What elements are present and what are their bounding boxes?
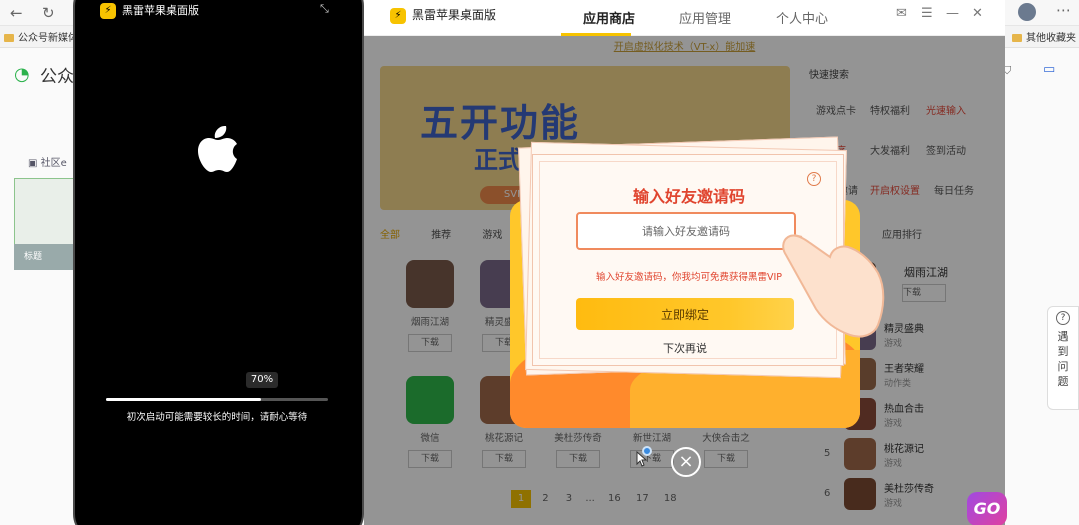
emulator-logo-icon: ⚡ — [100, 3, 116, 19]
maybe-later-link[interactable]: 下次再说 — [576, 340, 794, 356]
site-logo-icon: ◔ — [14, 64, 30, 85]
left-card-label: 标题 — [14, 244, 74, 270]
app-title: ⚡ 黑雷苹果桌面版 — [390, 6, 496, 24]
left-nav-item[interactable]: ▣ 社区e — [28, 154, 67, 169]
bookmark-label: 公众号新媒体 — [18, 33, 78, 44]
bookmark-folder-right[interactable]: 其他收藏夹 — [1012, 29, 1076, 44]
app-title-text: 黑雷苹果桌面版 — [412, 8, 497, 22]
monitor-icon: ▣ — [28, 158, 41, 169]
avatar[interactable] — [1018, 3, 1036, 21]
loading-dot-icon — [642, 446, 652, 456]
folder-icon — [1012, 34, 1022, 42]
app-logo-icon: ⚡ — [390, 7, 406, 24]
dialog-help-icon[interactable]: ? — [807, 172, 821, 186]
emulator-title: ⚡ 黑雷苹果桌面版 — [100, 2, 199, 22]
tab-personal[interactable]: 个人中心 — [776, 8, 828, 27]
close-window-icon[interactable]: ✕ — [972, 6, 983, 21]
question-icon: ? — [1056, 311, 1070, 325]
app-header: ⚡ 黑雷苹果桌面版 应用商店 应用管理 个人中心 ✉ ☰ — ✕ — [364, 0, 1005, 36]
shrink-icon[interactable]: ⤡ — [320, 2, 329, 16]
site-logo-text: 公众 — [40, 67, 74, 87]
emulator-title-text: 黑雷苹果桌面版 — [122, 4, 199, 17]
tab-app-store[interactable]: 应用商店 — [583, 8, 635, 27]
more-icon[interactable]: ⋯ — [1056, 1, 1071, 19]
pointing-hand-icon — [782, 234, 885, 338]
tab-app-manage[interactable]: 应用管理 — [679, 8, 731, 27]
help-widget[interactable]: ? 遇 到 问 题 — [1047, 306, 1079, 410]
screen-icon[interactable]: ▭ — [1043, 62, 1055, 77]
go-button[interactable]: GO — [967, 492, 1007, 525]
help-char: 题 — [1057, 375, 1069, 388]
bookmark-folder-left[interactable]: 公众号新媒体 — [4, 29, 78, 44]
boot-progress-fill — [106, 398, 262, 401]
reload-icon[interactable]: ↻ — [42, 4, 55, 22]
bind-now-button[interactable]: 立即绑定 — [576, 298, 794, 330]
boot-progress-bar — [106, 398, 328, 401]
back-icon[interactable]: ← — [10, 4, 23, 22]
screen: ← ↻ ⋯ 公众号新媒体 其他收藏夹 ◔ 公众 ▣ 社区e ⛉ ▭ 标题 ⚡ 黑雷… — [0, 0, 1079, 525]
dialog-close-button[interactable]: × — [671, 447, 701, 477]
invite-code-input[interactable] — [576, 212, 796, 250]
dialog-title: 输入好友邀请码 — [632, 187, 745, 206]
boot-hint: 初次启动可能需要较长的时间，请耐心等待 — [126, 412, 308, 423]
help-char: 问 — [1057, 360, 1069, 373]
mail-icon[interactable]: ✉ — [896, 6, 907, 21]
help-char: 遇 — [1057, 330, 1069, 343]
left-nav-label: 社区e — [40, 158, 67, 169]
menu-icon[interactable]: ☰ — [921, 6, 933, 21]
minimize-icon[interactable]: — — [946, 6, 959, 21]
folder-icon — [4, 34, 14, 42]
apple-logo-icon — [198, 126, 237, 172]
help-char: 到 — [1057, 345, 1069, 358]
phone-emulator — [73, 0, 364, 525]
bookmark-label: 其他收藏夹 — [1026, 33, 1076, 44]
boot-progress-label: 70% — [246, 372, 278, 388]
